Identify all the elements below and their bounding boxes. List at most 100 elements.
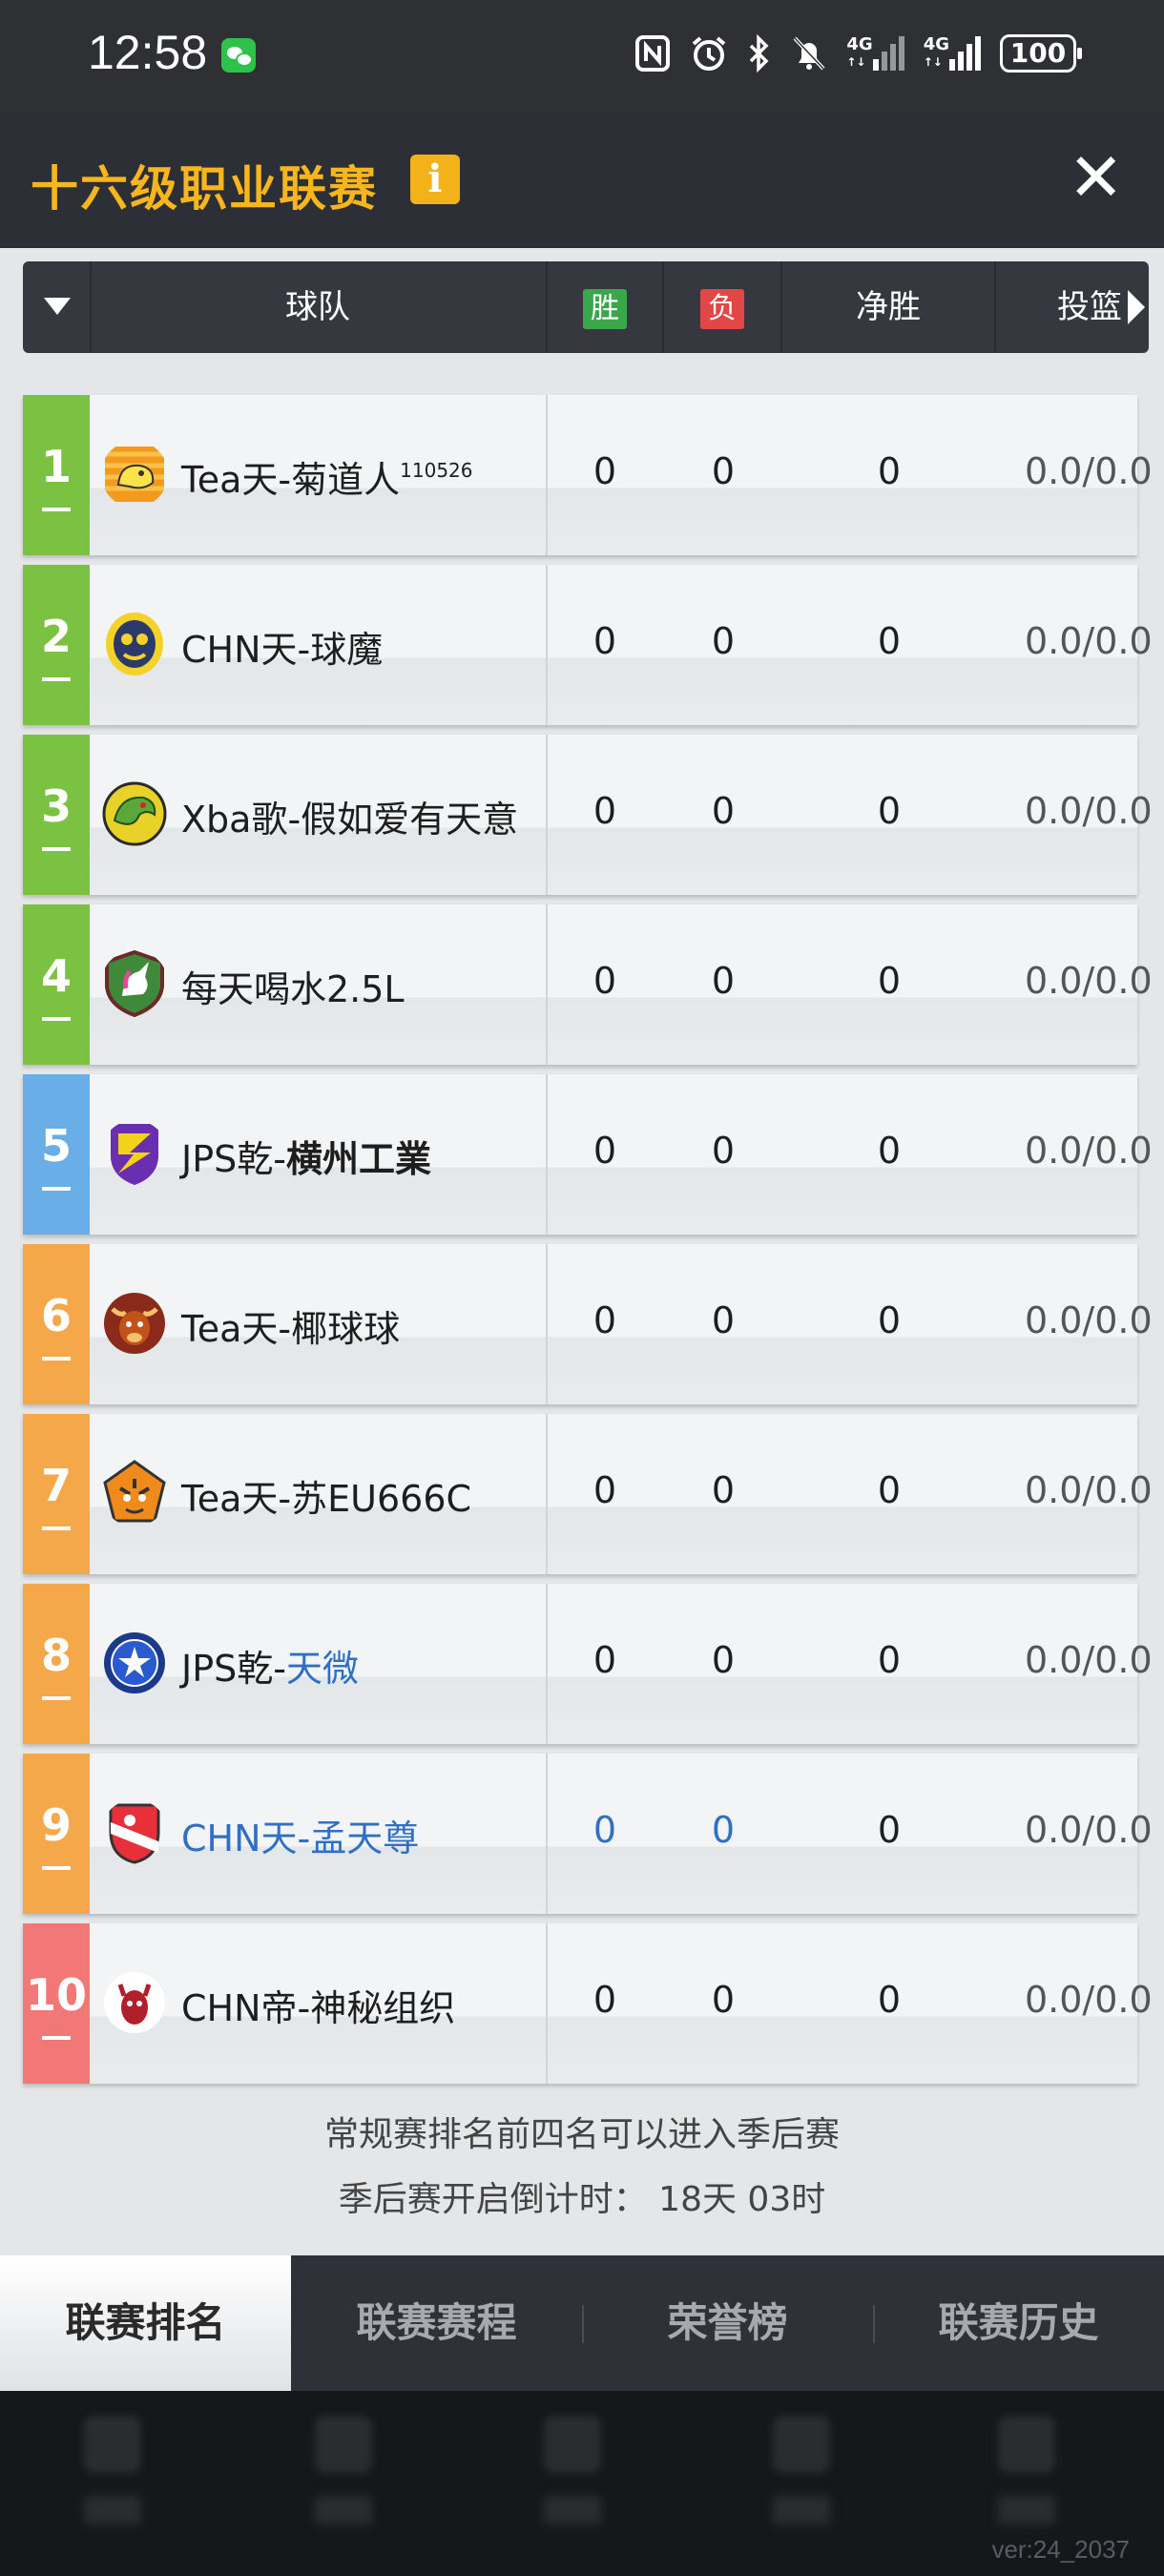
standings-row[interactable]: 7 Tea天-苏EU666C 0 0 0 0.0/0.0 [23,1414,1153,1574]
team-name[interactable]: Tea天-菊道人110526 [181,450,473,503]
rank-change-dash [42,1017,71,1021]
rank-number: 3 [40,780,72,832]
win-count: 0 [592,790,617,832]
team-name[interactable]: JPS乾-天微 [181,1639,359,1692]
sort-dropdown-icon[interactable] [44,298,71,315]
team-name[interactable]: CHN天-球魔 [181,620,383,673]
column-win[interactable]: 胜 [548,261,662,353]
unicorn-shield-icon [101,950,168,1017]
purple-crest-icon [101,1120,168,1187]
rank-number: 7 [40,1460,72,1511]
team-name[interactable]: Tea天-苏EU666C [181,1469,471,1522]
loss-count: 0 [711,790,736,832]
column-divider [546,904,548,1065]
close-button[interactable]: ✕ [1068,144,1124,211]
team-prefix: Tea天- [181,459,292,501]
bluetooth-icon [747,32,772,74]
rank-number: 4 [40,950,72,1002]
team-name[interactable]: CHN天-孟天尊 [181,1809,419,1861]
standings-row[interactable]: 5 JPS乾-横州工業 0 0 0 0.0/0.0 [23,1074,1153,1235]
column-shooting[interactable]: 投篮 [996,261,1122,353]
loss-count: 0 [711,960,736,1002]
team-name[interactable]: Xba歌-假如爱有天意 [181,790,518,842]
column-divider [546,565,548,725]
net-wins: 0 [877,960,902,1002]
standings-row[interactable]: 2 CHN天-球魔 0 0 0 0.0/0.0 [23,565,1153,725]
loss-badge: 负 [700,289,744,329]
net-wins: 0 [877,1809,902,1851]
standings-row[interactable]: 8 JPS乾-天微 0 0 0 0.0/0.0 [23,1584,1153,1744]
team-suffix: 神秘组织 [310,1987,456,2029]
tab-2[interactable]: 联赛赛程 [291,2255,582,2391]
info-button[interactable]: i [410,155,460,204]
standings-row[interactable]: 9 CHN天-孟天尊 0 0 0 0.0/0.0 [23,1754,1153,1914]
rank-change-dash [42,677,71,681]
column-divider [546,1923,548,2084]
network-label-1: 4G [846,34,873,54]
blurred-label [544,2496,601,2524]
net-wins: 0 [877,1469,902,1511]
team-name[interactable]: CHN帝-神秘组织 [181,1979,455,2031]
league-title: 十六级职业联赛 [31,161,378,217]
shooting-ratio: 0.0/0.0 [1025,1130,1153,1172]
column-loss[interactable]: 负 [664,261,780,353]
column-net[interactable]: 净胜 [782,261,994,353]
standings-row[interactable]: 6 Tea天-椰球球 0 0 0 0.0/0.0 [23,1244,1153,1404]
net-wins: 0 [877,1979,902,2021]
team-name[interactable]: 每天喝水2.5L [181,960,405,1012]
mute-icon [791,32,827,74]
alarm-icon [690,32,728,74]
devil-icon [101,1969,168,2036]
standings-row[interactable]: 10 CHN帝-神秘组织 0 0 0 0.0/0.0 [23,1923,1153,2084]
team-prefix: CHN帝- [181,1987,311,2029]
standings-row[interactable]: 4 每天喝水2.5L 0 0 0 0.0/0.0 [23,904,1153,1065]
rank-number: 1 [40,441,72,492]
tab-4[interactable]: 联赛历史 [873,2255,1164,2391]
column-divider [546,735,548,895]
team-id-superscript: 110526 [400,459,473,482]
win-badge: 胜 [583,289,627,329]
status-time: 12:58 [88,26,208,79]
shooting-ratio: 0.0/0.0 [1025,1469,1153,1511]
shooting-ratio: 0.0/0.0 [1025,1809,1153,1851]
team-suffix: 天微 [285,1648,359,1690]
tab-3[interactable]: 荣誉榜 [582,2255,873,2391]
column-divider [546,1754,548,1914]
rank-cell: 6 [23,1244,90,1404]
shooting-ratio: 0.0/0.0 [1025,790,1153,832]
app-header: 十六级职业联赛 i ✕ [0,113,1164,248]
rank-cell: 5 [23,1074,90,1235]
rank-change-dash [42,1696,71,1700]
bottom-tabs: 联赛排名 联赛赛程 荣誉榜 联赛历史 [0,2255,1164,2391]
network-label-2: 4G [923,34,949,54]
rank-number: 10 [25,1969,87,2021]
green-dragon-icon [101,780,168,847]
shooting-ratio: 0.0/0.0 [1025,620,1153,662]
tab-1[interactable]: 联赛排名 [0,2255,291,2391]
rank-cell: 7 [23,1414,90,1574]
rank-cell: 10 [23,1923,90,2084]
team-suffix: 假如爱有天意 [301,799,519,841]
nfc-icon [634,32,671,74]
scroll-right-icon[interactable] [1128,290,1145,324]
win-count: 0 [592,1979,617,2021]
rank-number: 5 [40,1120,72,1172]
loss-count: 0 [711,1979,736,2021]
net-wins: 0 [877,1299,902,1341]
rank-change-dash [42,1187,71,1191]
blurred-icon [315,2416,372,2473]
column-team[interactable]: 球队 [90,261,546,353]
win-count: 0 [592,960,617,1002]
loss-count: 0 [711,1299,736,1341]
win-count: 0 [592,1809,617,1851]
rank-number: 6 [40,1290,72,1341]
standings-row[interactable]: 1 Tea天-菊道人110526 0 0 0 0.0/0.0 [23,395,1153,555]
version-label: ver:24_2037 [991,2535,1130,2564]
team-suffix: 横州工業 [285,1138,431,1180]
blurred-label [773,2496,830,2524]
net-wins: 0 [877,620,902,662]
standings-row[interactable]: 3 Xba歌-假如爱有天意 0 0 0 0.0/0.0 [23,735,1153,895]
team-prefix: CHN天- [181,629,311,671]
team-name[interactable]: JPS乾-横州工業 [181,1130,431,1182]
team-name[interactable]: Tea天-椰球球 [181,1299,400,1352]
